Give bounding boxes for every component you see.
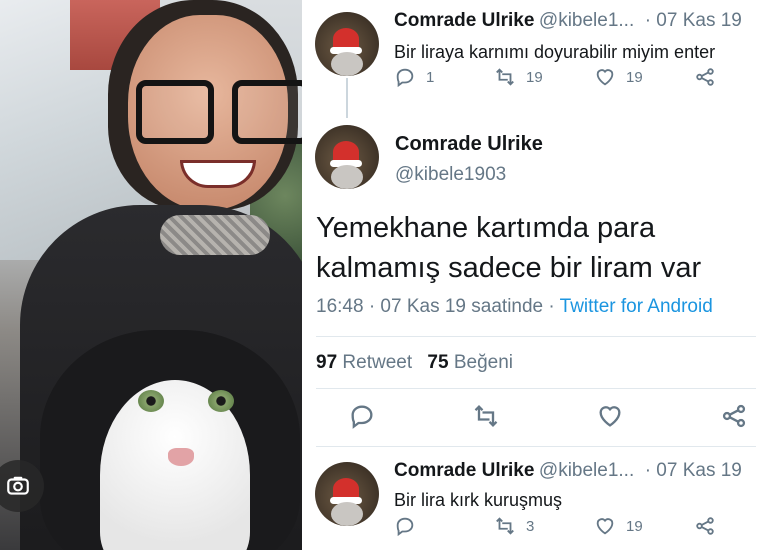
tweet-3[interactable]: Comrade Ulrike @kibele1... · 07 Kas 19 B… xyxy=(302,450,770,550)
like-icon xyxy=(596,518,614,535)
tweet-feed: Comrade Ulrike @kibele1... · 07 Kas 19 B… xyxy=(302,0,770,550)
like-label[interactable]: Beğeni xyxy=(454,352,513,373)
divider xyxy=(316,336,756,337)
avatar-figure xyxy=(331,502,363,526)
like-total[interactable]: 75 xyxy=(427,352,448,373)
like-button[interactable]: 19 xyxy=(594,515,643,537)
retweet-label[interactable]: Retweet xyxy=(342,352,412,373)
santa-hat xyxy=(330,478,362,504)
cat-eye-left xyxy=(138,390,164,412)
client-link[interactable]: Twitter for Android xyxy=(560,296,713,317)
tweet-stats: 97 Retweet 75 Beğeni xyxy=(316,352,513,374)
tweet-2[interactable]: Comrade Ulrike @kibele1903 Yemekhane kar… xyxy=(302,0,770,450)
user-handle[interactable]: @kibele1... xyxy=(539,460,634,481)
selfie-photo xyxy=(0,0,302,550)
share-icon xyxy=(696,517,714,535)
retweet-button[interactable] xyxy=(472,402,500,430)
display-name[interactable]: Comrade Ulrike xyxy=(395,133,543,156)
divider xyxy=(316,388,756,389)
share-button[interactable] xyxy=(694,515,716,537)
glasses-right-lens xyxy=(232,80,302,144)
tweet-date[interactable]: · 07 Kas 19 xyxy=(645,460,742,481)
share-button[interactable] xyxy=(720,402,748,430)
avatar[interactable] xyxy=(315,125,379,189)
like-button[interactable] xyxy=(596,402,624,430)
avatar[interactable] xyxy=(315,462,379,526)
divider xyxy=(316,446,756,447)
tweet-text: Bir lira kırk kuruşmuş xyxy=(394,490,563,510)
cat-eye-right xyxy=(208,390,234,412)
retweet-button[interactable]: 3 xyxy=(494,515,534,537)
retweet-icon xyxy=(474,405,498,427)
santa-hat xyxy=(330,141,362,167)
reply-button[interactable] xyxy=(348,402,376,430)
tweet-header: Comrade Ulrike @kibele1... · 07 Kas 19 xyxy=(394,460,742,482)
share-icon xyxy=(722,404,746,428)
tweet-meta: 16:48 · 07 Kas 19 saatinde · Twitter for… xyxy=(316,296,713,318)
reply-icon xyxy=(351,405,373,429)
scarf xyxy=(160,215,270,255)
user-handle[interactable]: @kibele1903 xyxy=(395,164,506,186)
retweet-total[interactable]: 97 xyxy=(316,352,337,373)
tweet-time[interactable]: 16:48 · 07 Kas 19 saatinde · xyxy=(316,296,560,317)
tweet-actions xyxy=(302,402,770,436)
reply-button[interactable] xyxy=(394,515,416,537)
like-count: 19 xyxy=(626,517,643,535)
cat-nose xyxy=(168,448,194,466)
tweet-text: Yemekhane kartımda para kalmamış sadece … xyxy=(316,212,702,284)
glasses-left-lens xyxy=(136,80,214,144)
lens-icon xyxy=(7,476,29,495)
avatar-figure xyxy=(331,165,363,189)
reply-icon xyxy=(396,517,414,537)
retweet-count: 3 xyxy=(526,517,535,535)
retweet-icon xyxy=(496,517,514,535)
like-icon xyxy=(599,406,621,427)
display-name[interactable]: Comrade Ulrike xyxy=(394,460,534,481)
